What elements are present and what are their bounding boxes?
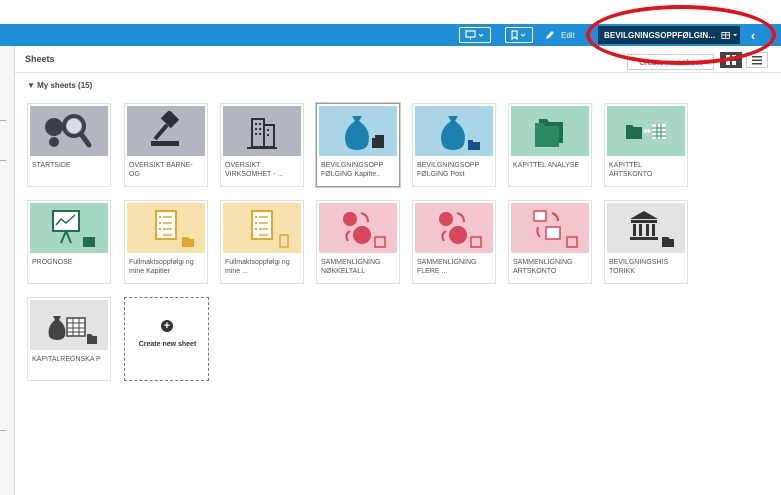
sheet-card[interactable]: KAPITTEL ANALYSE [508, 103, 592, 187]
sheet-thumbnail [511, 106, 589, 156]
left-divider [0, 430, 6, 431]
sheet-card[interactable]: SAMMENLIGNING FLERE ... [412, 200, 496, 284]
sheet-thumbnail [319, 203, 397, 253]
edit-label: Edit [561, 30, 575, 40]
gavel-icon [151, 111, 180, 146]
sheet-card-label: STARTSIDE [32, 162, 71, 169]
chart-board-icon [52, 210, 95, 247]
sheet-thumbnail [415, 106, 493, 156]
sheet-card-label: OVERSIKT BARNE- OG [129, 162, 193, 178]
sheet-card[interactable]: KAPITALREGNSKA P [27, 297, 111, 381]
sheet-card-selected[interactable]: BEVILGNINGSOPP FØLGING Kapitte.. [316, 103, 400, 187]
sheet-card-label: Fullmaktsoppfølgi ng mine Kapitler [129, 259, 194, 275]
sheet-card-label: SAMMENLIGNING ARTSKONTO [513, 259, 573, 275]
current-sheet-dropdown[interactable]: BEVILGNINGSOPPFØLGIN... [598, 26, 740, 44]
sheet-card-label: OVERSIKT VIRKSOMHET - ... [225, 162, 284, 178]
building-icon [247, 118, 277, 149]
folders-icon [535, 119, 563, 147]
sheet-icon [721, 32, 738, 39]
pencil-icon [546, 31, 554, 39]
bookmark-menu-button[interactable] [505, 27, 533, 43]
sheet-card[interactable]: Fullmaktsoppfølgi ng mine Kapitler [124, 200, 208, 284]
sheet-thumbnail [30, 203, 108, 253]
checklist-icon [155, 210, 194, 247]
bank-icon [630, 211, 674, 247]
moneybag-table-icon [48, 316, 97, 344]
sheet-thumbnail [319, 106, 397, 156]
sheet-thumbnail [511, 203, 589, 253]
grid-icon [726, 55, 736, 65]
compare-numbers-icon [343, 212, 386, 248]
compare-table-icon [533, 210, 578, 248]
sheet-card[interactable]: BEVILGNINGSHIS TORIKK [604, 200, 688, 284]
sheet-thumbnail [607, 106, 685, 156]
sheet-thumbnail [607, 203, 685, 253]
create-new-sheet-label: Create new sheet [138, 341, 197, 348]
plus-icon: + [161, 320, 173, 332]
sheet-card[interactable]: PROGNOSE [27, 200, 111, 284]
sheet-card[interactable]: SAMMENLIGNING ARTSKONTO [508, 200, 592, 284]
sheet-thumbnail [223, 106, 301, 156]
grid-view-button[interactable] [720, 52, 742, 68]
presentation-menu-button[interactable] [459, 27, 491, 43]
sheet-card-label: BEVILGNINGSOPP FØLGING Post [417, 162, 480, 178]
presentation-icon [465, 30, 484, 40]
sheet-card-label: SAMMENLIGNING NØKKELTALL [321, 259, 381, 275]
sheet-thumbnail [30, 300, 108, 350]
sheet-card[interactable]: SAMMENLIGNING NØKKELTALL [316, 200, 400, 284]
sheet-card-label: PROGNOSE [32, 259, 73, 266]
sheet-card-label: Fullmaktsoppfølgi ng mine ... [225, 259, 290, 275]
bookmark-icon [511, 30, 526, 40]
left-divider [0, 120, 6, 121]
magnifier-dots-icon [45, 114, 92, 148]
sheet-card-label: KAPITALREGNSKA P [32, 356, 101, 363]
sheet-thumbnail [415, 203, 493, 253]
list-view-button[interactable] [746, 52, 768, 68]
moneybag-icon [345, 116, 384, 150]
left-divider [0, 160, 6, 161]
sheet-card[interactable]: STARTSIDE [27, 103, 111, 187]
compare-numbers-icon [439, 212, 482, 248]
sheet-card[interactable]: BEVILGNINGSOPP FØLGING Post [412, 103, 496, 187]
sheets-panel-header: Sheets Create new sheet [15, 46, 781, 73]
folder-exchange-icon [626, 124, 666, 139]
sheets-panel-title: Sheets [25, 54, 55, 64]
sheet-thumbnail [223, 203, 301, 253]
sheet-card-label: BEVILGNINGSOPP FØLGING Kapitte.. [321, 162, 384, 178]
chevron-left-icon[interactable]: ‹ [745, 27, 761, 43]
edit-button[interactable]: Edit [537, 27, 575, 43]
sheet-card-label: KAPITTEL ANALYSE [513, 162, 580, 169]
checklist-icon [251, 210, 289, 248]
current-sheet-name: BEVILGNINGSOPPFØLGIN... [604, 30, 716, 40]
sheet-thumbnail [30, 106, 108, 156]
sheet-thumbnail [127, 203, 205, 253]
sheet-thumbnail [127, 106, 205, 156]
create-new-sheet-button[interactable]: Create new sheet [627, 54, 714, 70]
sheet-card[interactable]: KAPITTEL ARTSKONTO [604, 103, 688, 187]
sheet-card[interactable]: OVERSIKT BARNE- OG [124, 103, 208, 187]
sheet-card[interactable]: OVERSIKT VIRKSOMHET - ... [220, 103, 304, 187]
list-icon [752, 55, 762, 64]
sheet-card[interactable]: Fullmaktsoppfølgi ng mine ... [220, 200, 304, 284]
left-edge-pane [0, 46, 15, 495]
my-sheets-section-toggle[interactable]: ▼ My sheets (15) [27, 81, 92, 90]
moneybag-icon [441, 116, 480, 150]
create-new-sheet-card[interactable]: + Create new sheet [124, 297, 209, 381]
sheet-card-label: KAPITTEL ARTSKONTO [609, 162, 653, 178]
sheet-card-label: SAMMENLIGNING FLERE ... [417, 259, 477, 275]
sheet-card-label: BEVILGNINGSHIS TORIKK [609, 259, 669, 275]
